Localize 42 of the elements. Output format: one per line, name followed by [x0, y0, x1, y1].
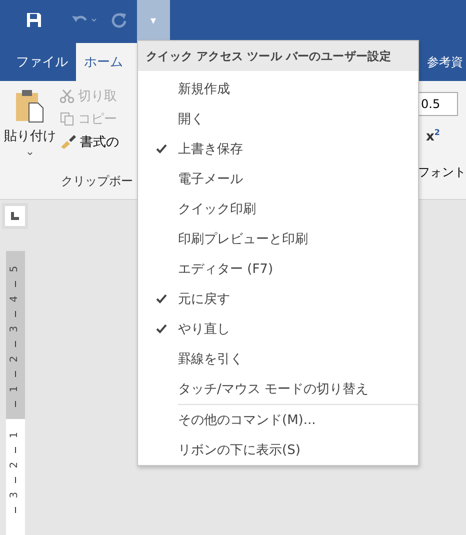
menu-item[interactable]: クイック印刷 [138, 194, 418, 224]
menu-title: クイック アクセス ツール バーのユーザー設定 [138, 41, 418, 71]
format-painter-label[interactable]: 書式の [80, 133, 119, 151]
group-label: フォント [418, 165, 466, 180]
menu-item[interactable]: 元に戻す [138, 284, 418, 314]
menu-item[interactable]: やり直し [138, 314, 418, 344]
paste-label[interactable]: 貼り付け [4, 127, 56, 145]
menu-item[interactable]: 罫線を引く [138, 344, 418, 374]
left-tab-icon [11, 212, 19, 220]
menu-item[interactable]: タッチ/マウス モードの切り替え [138, 374, 418, 404]
tab-selector[interactable] [2, 203, 28, 229]
menu-item[interactable]: 開く [138, 104, 418, 134]
redo-icon[interactable] [110, 12, 126, 28]
ruler-number: 3 [9, 326, 21, 332]
copy-icon [60, 112, 74, 126]
save-icon[interactable] [26, 12, 42, 28]
ruler-number: 3 [9, 492, 21, 498]
superscript-button[interactable]: x$^{2}$ [426, 128, 466, 144]
ribbon-tab[interactable]: 参考資 [427, 43, 463, 81]
ruler-number: 5 [9, 266, 21, 272]
menu-item[interactable]: 電子メール [138, 164, 418, 194]
menu-item[interactable]: その他のコマンド(M)... [138, 405, 418, 435]
ruler-number: 2 [9, 356, 21, 362]
ruler-number: 2 [9, 462, 21, 468]
menu-item[interactable]: エディター (F7) [138, 254, 418, 284]
caret-icon[interactable]: ⌄ [25, 145, 35, 158]
ribbon-tab[interactable]: ホーム [76, 43, 137, 81]
menu-item[interactable]: 新規作成 [138, 74, 418, 104]
menu-item[interactable]: 上書き保存 [138, 134, 418, 164]
group-label: クリップボー [61, 174, 134, 188]
menu-item[interactable]: リボンの下に表示(S) [138, 435, 418, 465]
ribbon-tab[interactable]: ファイル [0, 43, 76, 81]
font-size-field[interactable]: 0.5 [418, 92, 458, 116]
cut-label: 切り取 [78, 88, 117, 105]
copy-label: コピー [78, 111, 117, 128]
scissors-icon [60, 89, 74, 103]
menu-item[interactable]: 印刷プレビューと印刷 [138, 224, 418, 254]
ruler-number: 1 [9, 432, 21, 438]
paintbrush-icon[interactable] [60, 135, 76, 149]
paste-icon[interactable] [15, 89, 45, 123]
ruler-number: 4 [9, 296, 21, 302]
ruler-number: 1 [9, 386, 21, 392]
